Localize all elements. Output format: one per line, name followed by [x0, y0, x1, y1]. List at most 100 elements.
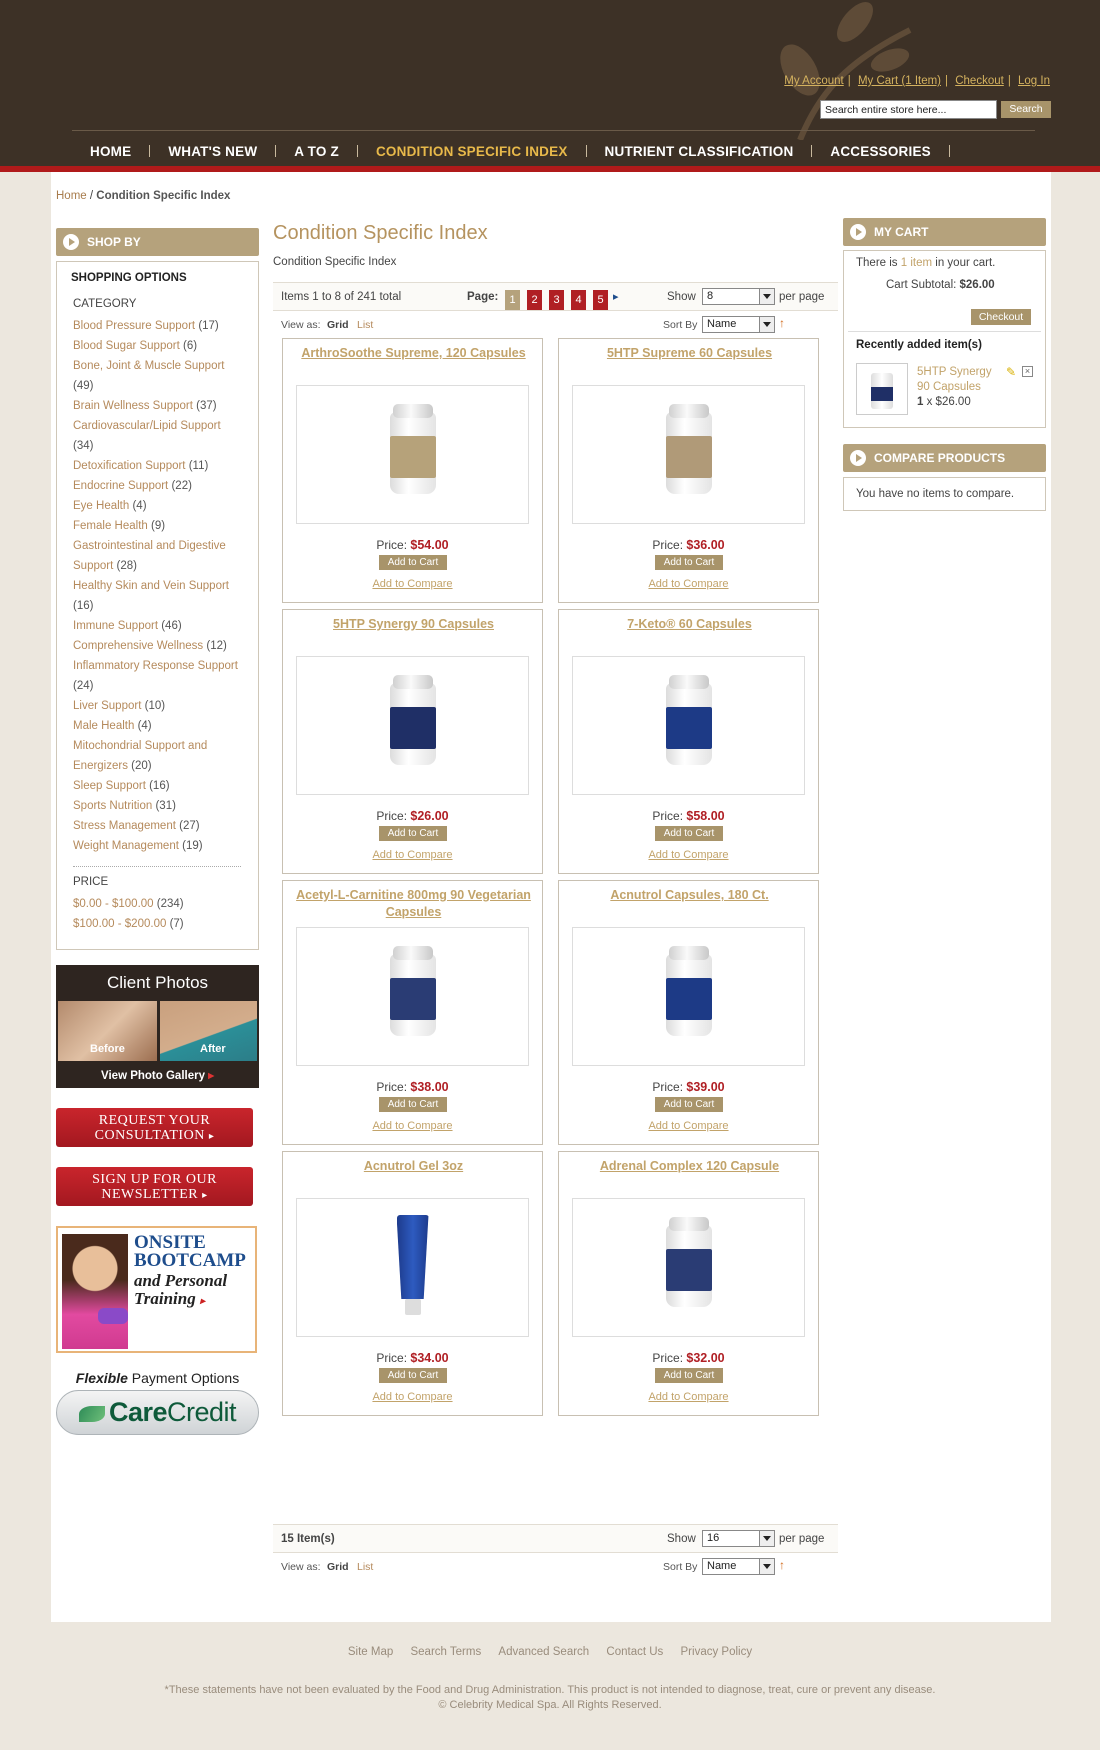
category-link[interactable]: Endocrine Support [73, 480, 168, 492]
newsletter-signup-button[interactable]: SIGN UP FOR OUR NEWSLETTER ▸ [56, 1167, 253, 1206]
category-link[interactable]: Male Health [73, 720, 134, 732]
my-cart-link[interactable]: My Cart (1 Item) [858, 75, 941, 87]
add-to-compare-link[interactable]: Add to Compare [559, 849, 818, 861]
category-link[interactable]: Detoxification Support [73, 460, 186, 472]
add-to-compare-link[interactable]: Add to Compare [559, 578, 818, 590]
nav-nutrient-classification[interactable]: NUTRIENT CLASSIFICATION [587, 144, 812, 159]
price-filter-link[interactable]: $100.00 - $200.00 [73, 918, 166, 930]
product-image[interactable] [572, 385, 805, 524]
nav-condition-specific-index[interactable]: CONDITION SPECIFIC INDEX [358, 144, 586, 159]
product-name-link[interactable]: 5HTP Supreme 60 Capsules [569, 345, 810, 362]
carecredit-logo[interactable]: CareCredit [56, 1390, 259, 1435]
sort-direction-icon[interactable]: ↑ [779, 1558, 785, 1572]
product-image[interactable] [296, 385, 529, 524]
add-to-compare-link[interactable]: Add to Compare [283, 578, 542, 590]
search-input[interactable] [820, 100, 997, 119]
add-to-cart-button[interactable]: Add to Cart [655, 826, 723, 841]
product-image[interactable] [296, 927, 529, 1066]
product-name-link[interactable]: Acnutrol Capsules, 180 Ct. [569, 887, 810, 904]
footer-advanced-search[interactable]: Advanced Search [498, 1646, 589, 1658]
product-image[interactable] [572, 927, 805, 1066]
page-5[interactable]: 5 [593, 290, 608, 310]
product-name-link[interactable]: 5HTP Synergy 90 Capsules [293, 616, 534, 633]
add-to-cart-button[interactable]: Add to Cart [379, 826, 447, 841]
sort-select[interactable]: Name [702, 316, 775, 333]
category-link[interactable]: Eye Health [73, 500, 129, 512]
bootcamp-banner[interactable]: ONSITE BOOTCAMP and Personal Training ▸ [56, 1226, 257, 1353]
next-page-icon[interactable]: ▸ [613, 290, 619, 303]
product-name-link[interactable]: Acetyl-L-Carnitine 800mg 90 Vegetarian C… [293, 887, 534, 921]
footer-privacy-policy[interactable]: Privacy Policy [681, 1646, 753, 1658]
add-to-cart-button[interactable]: Add to Cart [379, 555, 447, 570]
product-name-link[interactable]: ArthroSoothe Supreme, 120 Capsules [293, 345, 534, 362]
add-to-compare-link[interactable]: Add to Compare [559, 1391, 818, 1403]
product-image[interactable] [572, 656, 805, 795]
checkout-button[interactable]: Checkout [971, 309, 1031, 325]
request-consultation-button[interactable]: REQUEST YOUR CONSULTATION ▸ [56, 1108, 253, 1147]
category-link[interactable]: Gastrointestinal and Digestive Support [73, 540, 226, 572]
edit-pencil-icon[interactable]: ✎ [1006, 365, 1016, 379]
category-link[interactable]: Healthy Skin and Vein Support [73, 580, 229, 592]
login-link[interactable]: Log In [1018, 75, 1050, 87]
cart-items-link[interactable]: 1 item [901, 257, 932, 269]
product-image[interactable] [296, 1198, 529, 1337]
view-gallery-link[interactable]: View Photo Gallery ▸ [56, 1068, 259, 1082]
search-button[interactable]: Search [1001, 101, 1051, 118]
per-page-select[interactable]: 8 [702, 288, 775, 305]
category-link[interactable]: Cardiovascular/Lipid Support [73, 420, 221, 432]
sort-select-bottom[interactable]: Name [702, 1558, 775, 1575]
category-link[interactable]: Comprehensive Wellness [73, 640, 203, 652]
nav-home[interactable]: HOME [72, 144, 149, 159]
add-to-cart-button[interactable]: Add to Cart [655, 1097, 723, 1112]
recent-item-thumbnail[interactable] [856, 363, 908, 415]
add-to-cart-button[interactable]: Add to Cart [379, 1097, 447, 1112]
view-list-link[interactable]: List [357, 319, 373, 331]
category-link[interactable]: Liver Support [73, 700, 141, 712]
view-list-link-bottom[interactable]: List [357, 1561, 373, 1573]
price-filter-link[interactable]: $0.00 - $100.00 [73, 898, 154, 910]
category-link[interactable]: Brain Wellness Support [73, 400, 193, 412]
product-name-link[interactable]: Acnutrol Gel 3oz [293, 1158, 534, 1175]
category-link[interactable]: Weight Management [73, 840, 179, 852]
category-link[interactable]: Bone, Joint & Muscle Support [73, 360, 225, 372]
add-to-cart-button[interactable]: Add to Cart [655, 1368, 723, 1383]
my-account-link[interactable]: My Account [784, 75, 843, 87]
sort-direction-icon[interactable]: ↑ [779, 316, 785, 330]
product-image[interactable] [572, 1198, 805, 1337]
nav-whats-new[interactable]: WHAT'S NEW [150, 144, 275, 159]
nav-a-to-z[interactable]: A TO Z [276, 144, 357, 159]
category-link[interactable]: Stress Management [73, 820, 176, 832]
recent-item-name[interactable]: 5HTP Synergy 90 Capsules [917, 366, 992, 393]
category-link[interactable]: Sleep Support [73, 780, 146, 792]
category-link[interactable]: Sports Nutrition [73, 800, 152, 812]
page-2[interactable]: 2 [527, 290, 542, 310]
product-image[interactable] [296, 656, 529, 795]
category-link[interactable]: Female Health [73, 520, 148, 532]
add-to-cart-button[interactable]: Add to Cart [655, 555, 723, 570]
page-1[interactable]: 1 [505, 290, 520, 310]
remove-item-icon[interactable]: × [1022, 366, 1033, 377]
add-to-compare-link[interactable]: Add to Compare [283, 1391, 542, 1403]
add-to-compare-link[interactable]: Add to Compare [283, 849, 542, 861]
add-to-cart-button[interactable]: Add to Cart [379, 1368, 447, 1383]
category-link[interactable]: Blood Sugar Support [73, 340, 180, 352]
product-name-link[interactable]: 7-Keto® 60 Capsules [569, 616, 810, 633]
footer-search-terms[interactable]: Search Terms [410, 1646, 481, 1658]
category-link[interactable]: Blood Pressure Support [73, 320, 195, 332]
footer-contact-us[interactable]: Contact Us [606, 1646, 663, 1658]
page-4[interactable]: 4 [571, 290, 586, 310]
client-photos-banner[interactable]: Client Photos Before After View Photo Ga… [56, 965, 259, 1088]
nav-accessories[interactable]: ACCESSORIES [812, 144, 948, 159]
footer-site-map[interactable]: Site Map [348, 1646, 393, 1658]
per-page-select-bottom[interactable]: 16 [702, 1530, 775, 1547]
arrow-right-icon: ▸ [208, 1131, 215, 1142]
checkout-link[interactable]: Checkout [955, 75, 1004, 87]
add-to-compare-link[interactable]: Add to Compare [283, 1120, 542, 1132]
breadcrumb-home[interactable]: Home [56, 190, 87, 202]
category-link[interactable]: Inflammatory Response Support [73, 660, 238, 672]
category-link[interactable]: Immune Support [73, 620, 158, 632]
add-to-compare-link[interactable]: Add to Compare [559, 1120, 818, 1132]
product-name-link[interactable]: Adrenal Complex 120 Capsule [569, 1158, 810, 1175]
category-count: (46) [161, 620, 182, 632]
page-3[interactable]: 3 [549, 290, 564, 310]
